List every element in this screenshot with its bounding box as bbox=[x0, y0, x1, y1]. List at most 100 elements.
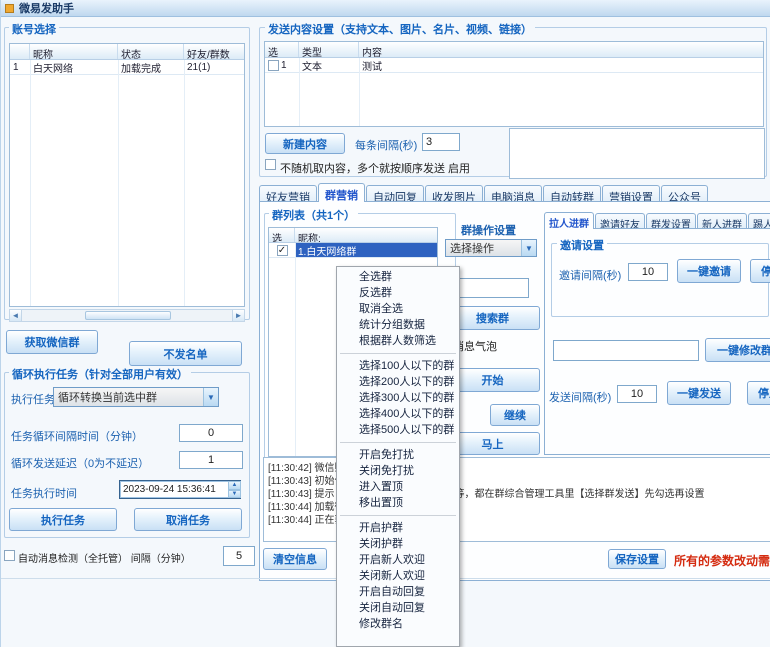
task-type-label: 执行任务 bbox=[11, 391, 55, 407]
content-row-checkbox[interactable] bbox=[268, 60, 279, 71]
save-warning-text: 所有的参数改动需要保存 bbox=[674, 552, 770, 569]
new-content-button[interactable]: 新建内容 bbox=[265, 133, 345, 154]
accounts-hscrollbar[interactable]: ◄ ► bbox=[9, 309, 245, 322]
invite-stop-button[interactable]: 停止 bbox=[750, 259, 770, 283]
main-tab[interactable]: 电脑消息 bbox=[484, 185, 542, 202]
menu-item[interactable]: 进入置顶 bbox=[337, 479, 459, 495]
send-stop-button[interactable]: 停止 bbox=[747, 381, 770, 405]
menu-separator bbox=[340, 353, 456, 354]
spin-down-icon[interactable]: ▼ bbox=[228, 490, 241, 499]
menu-item[interactable]: 关闭自动回复 bbox=[337, 600, 459, 616]
menu-item[interactable]: 关闭新人欢迎 bbox=[337, 568, 459, 584]
table-gridline bbox=[118, 60, 119, 306]
sub-tab[interactable]: 邀请好友 bbox=[595, 213, 645, 229]
app-window: 微易发助手 账号选择 昵称 状态 好友/群数 1 白天网络 加载完成 21(1)… bbox=[0, 0, 770, 647]
run-task-button[interactable]: 执行任务 bbox=[9, 508, 117, 531]
save-settings-button[interactable]: 保存设置 bbox=[608, 549, 666, 569]
invite-interval-input[interactable]: 10 bbox=[628, 263, 668, 281]
send-interval-input[interactable]: 10 bbox=[617, 385, 657, 403]
menu-item[interactable]: 统计分组数据 bbox=[337, 317, 459, 333]
menu-item[interactable]: 开启自动回复 bbox=[337, 584, 459, 600]
table-gridline bbox=[295, 243, 296, 456]
rename-group-button[interactable]: 一键修改群名 bbox=[705, 338, 770, 362]
main-tab-bar: 好友营销群营销自动回复收发图片电脑消息自动转群营销设置公众号 bbox=[259, 183, 770, 202]
menu-item[interactable]: 选择300人以下的群 bbox=[337, 390, 459, 406]
menu-item[interactable]: 选择400人以下的群 bbox=[337, 406, 459, 422]
menu-separator bbox=[340, 442, 456, 443]
menu-item[interactable]: 开启免打扰 bbox=[337, 447, 459, 463]
no-send-button[interactable]: 不发名单 bbox=[129, 341, 242, 366]
task-type-value: 循环转换当前选中群 bbox=[54, 389, 203, 405]
main-tab-selected[interactable]: 群营销 bbox=[318, 183, 365, 202]
content-table[interactable]: 选 类型 内容 1 文本 测试 bbox=[264, 41, 764, 127]
sub-tab[interactable]: 群发设置 bbox=[646, 213, 696, 229]
dropdown-arrow-icon[interactable]: ▼ bbox=[203, 388, 218, 406]
content-preview-box[interactable] bbox=[509, 128, 765, 179]
accounts-table-header: 昵称 状态 好友/群数 bbox=[10, 44, 244, 60]
account-row-count: 21(1) bbox=[184, 60, 244, 74]
loop-interval-label: 任务循环间隔时间（分钟） bbox=[11, 428, 143, 444]
main-tab[interactable]: 公众号 bbox=[661, 185, 708, 202]
delay-input[interactable]: 1 bbox=[179, 451, 243, 469]
accounts-table[interactable]: 昵称 状态 好友/群数 1 白天网络 加载完成 21(1) bbox=[9, 43, 245, 307]
scroll-right-icon[interactable]: ► bbox=[232, 310, 244, 321]
content-row[interactable]: 1 文本 测试 bbox=[265, 58, 763, 73]
loop-interval-input[interactable]: 0 bbox=[179, 424, 243, 442]
content-col-type: 类型 bbox=[299, 42, 359, 57]
sub-tab-selected[interactable]: 拉人进群 bbox=[544, 212, 594, 229]
sub-tab[interactable]: 踢人 bbox=[748, 213, 770, 229]
main-tab[interactable]: 自动回复 bbox=[366, 185, 424, 202]
menu-item[interactable]: 选择100人以下的群 bbox=[337, 358, 459, 374]
menu-item[interactable]: 开启新人欢迎 bbox=[337, 552, 459, 568]
menu-item[interactable]: 关闭免打扰 bbox=[337, 463, 459, 479]
send-button[interactable]: 一键发送 bbox=[667, 381, 731, 405]
content-row-select: 1 bbox=[265, 58, 299, 72]
main-tab[interactable]: 营销设置 bbox=[602, 185, 660, 202]
invite-interval-label: 邀请间隔(秒) bbox=[559, 267, 621, 283]
menu-item[interactable]: 反选群 bbox=[337, 285, 459, 301]
scroll-left-icon[interactable]: ◄ bbox=[10, 310, 22, 321]
sub-tab[interactable]: 新人进群 bbox=[697, 213, 747, 229]
clear-log-button[interactable]: 清空信息 bbox=[263, 548, 327, 570]
menu-item[interactable]: 取消全选 bbox=[337, 301, 459, 317]
menu-item[interactable]: 全选群 bbox=[337, 269, 459, 285]
menu-item[interactable]: 选择200人以下的群 bbox=[337, 374, 459, 390]
group-op-dropdown[interactable]: 选择操作 ▼ bbox=[445, 239, 537, 257]
exec-time-input[interactable]: 2023-09-24 15:36:41 bbox=[119, 480, 241, 499]
content-col-text: 内容 bbox=[359, 42, 763, 57]
menu-item[interactable]: 根据群人数筛选 bbox=[337, 333, 459, 349]
main-tab[interactable]: 好友营销 bbox=[259, 185, 317, 202]
invite-button[interactable]: 一键邀请 bbox=[677, 259, 741, 283]
main-tab[interactable]: 自动转群 bbox=[543, 185, 601, 202]
group-name-input[interactable] bbox=[553, 340, 699, 361]
group-col-select: 选 bbox=[269, 228, 295, 242]
exec-time-spinner[interactable]: ▲ ▼ bbox=[228, 481, 241, 498]
scrollbar-thumb[interactable] bbox=[85, 311, 171, 320]
cancel-task-button[interactable]: 取消任务 bbox=[134, 508, 242, 531]
content-table-header: 选 类型 内容 bbox=[265, 42, 763, 58]
menu-item[interactable]: 修改群名 bbox=[337, 616, 459, 632]
group-table-header: 选 昵称: bbox=[269, 228, 437, 243]
fetch-groups-button[interactable]: 获取微信群 bbox=[6, 330, 98, 354]
menu-item[interactable]: 移出置顶 bbox=[337, 495, 459, 511]
table-gridline bbox=[30, 60, 31, 306]
content-interval-input[interactable]: 3 bbox=[422, 133, 460, 151]
menu-item[interactable]: 选择500人以下的群 bbox=[337, 422, 459, 438]
menu-item[interactable]: 关闭护群 bbox=[337, 536, 459, 552]
task-type-dropdown[interactable]: 循环转换当前选中群 ▼ bbox=[53, 387, 219, 407]
account-row[interactable]: 1 白天网络 加载完成 21(1) bbox=[10, 60, 244, 75]
group-row-checkbox-checked[interactable]: ✓ bbox=[277, 245, 288, 256]
accounts-col-status: 状态 bbox=[118, 44, 184, 59]
random-content-checkbox[interactable] bbox=[265, 159, 276, 170]
menu-item[interactable]: 开启护群 bbox=[337, 520, 459, 536]
group-row-name: 1.白天网络群 bbox=[295, 243, 437, 257]
main-tab[interactable]: 收发图片 bbox=[425, 185, 483, 202]
auto-check-interval-input[interactable]: 5 bbox=[223, 546, 255, 566]
auto-check-checkbox[interactable] bbox=[4, 550, 15, 561]
spin-up-icon[interactable]: ▲ bbox=[228, 481, 241, 490]
group-op-label: 群操作设置 bbox=[461, 222, 516, 238]
continue-button[interactable]: 继续 bbox=[490, 404, 540, 426]
dropdown-arrow-icon[interactable]: ▼ bbox=[521, 240, 536, 256]
title-bar[interactable]: 微易发助手 bbox=[1, 0, 770, 17]
content-row-type: 文本 bbox=[299, 58, 359, 72]
